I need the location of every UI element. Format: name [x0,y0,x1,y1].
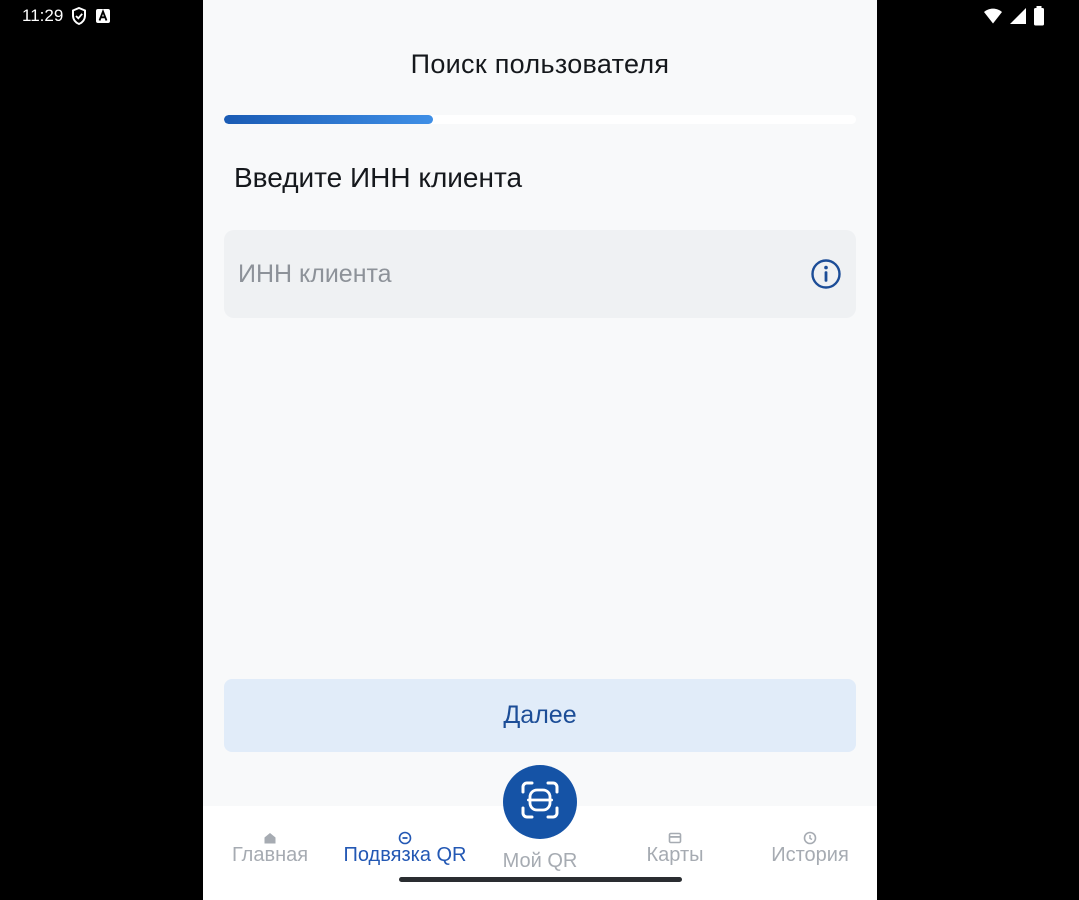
nav-item-link-qr[interactable]: Подвязка QR [335,826,475,868]
card-icon [668,826,682,844]
nav-item-home[interactable]: Главная [203,826,340,868]
scan-qr-icon [519,779,561,826]
device-screen: 11:29 Поиск пользователя Введите ИНН кли… [0,0,1079,900]
progress-bar [224,115,856,124]
link-qr-icon [398,826,412,845]
shield-icon [71,7,87,25]
inn-input-container[interactable] [224,230,856,318]
clock-icon [803,826,817,845]
scan-qr-button[interactable] [503,765,577,839]
next-button[interactable]: Далее [224,679,856,752]
nav-item-cards-label: Карты [646,844,704,866]
battery-icon [1033,6,1045,26]
home-indicator[interactable] [399,877,682,882]
a-badge-icon [95,8,111,24]
status-time: 11:29 [22,6,64,25]
cellular-signal-icon [1009,7,1027,25]
progress-bar-fill [224,115,433,124]
nav-item-home-label: Главная [231,844,309,866]
info-icon[interactable] [810,258,842,290]
nav-item-cards[interactable]: Карты [605,826,745,868]
nav-item-history-label: История [771,844,849,866]
status-bar-left: 11:29 [22,6,111,26]
wifi-icon [983,7,1003,25]
nav-item-my-qr[interactable]: Мой QR [470,848,610,874]
nav-item-my-qr-label: Мой QR [502,850,578,872]
inn-prompt: Введите ИНН клиента [234,162,523,193]
status-bar-right [983,6,1045,26]
nav-item-history[interactable]: История [740,826,877,868]
home-icon [263,826,277,844]
inn-input[interactable] [224,230,784,318]
app-window: Поиск пользователя Введите ИНН клиента Д… [203,0,877,900]
nav-item-link-qr-label: Подвязка QR [343,844,467,866]
page-title: Поиск пользователя [410,49,670,79]
